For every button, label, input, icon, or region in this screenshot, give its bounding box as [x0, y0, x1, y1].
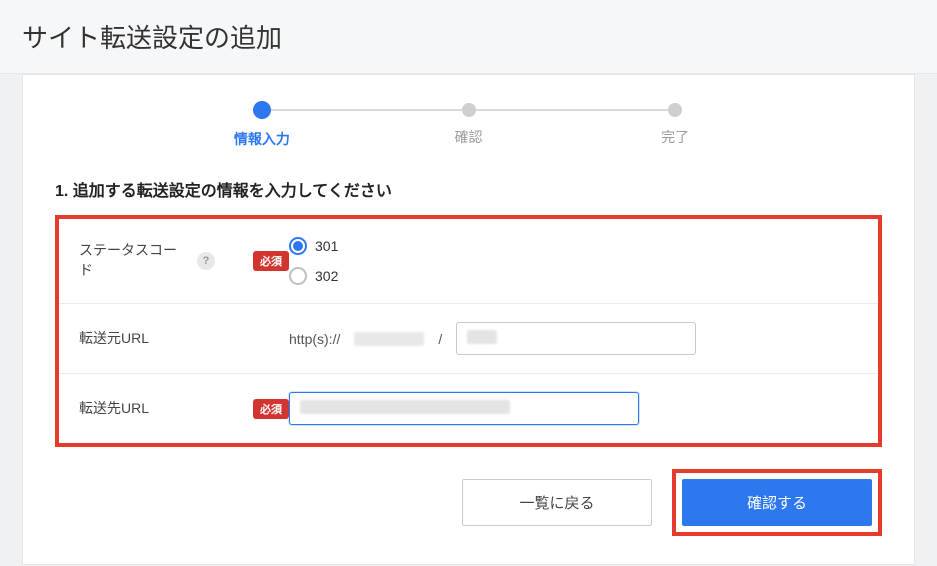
page-header: サイト転送設定の追加 [0, 0, 937, 74]
main-card: 情報入力 確認 完了 1. 追加する転送設定の情報を入力してください ステータス… [22, 74, 915, 565]
back-button[interactable]: 一覧に戻る [462, 479, 652, 526]
dest-url-label: 転送先URL [79, 399, 149, 419]
help-icon[interactable]: ? [197, 252, 215, 270]
step-dot-icon [462, 103, 476, 117]
status-code-label: ステータスコード [79, 241, 189, 280]
step-line [469, 109, 676, 111]
row-source-url: 転送元URL http(s):// / [59, 304, 878, 374]
label-col: 転送先URL 必須 [79, 399, 289, 419]
source-url-label: 転送元URL [79, 329, 149, 349]
radio-label: 302 [315, 268, 338, 284]
domain-obscured [354, 332, 424, 346]
radio-set-status-code: 301 302 [289, 237, 338, 285]
source-path-input[interactable] [456, 322, 696, 355]
field-col: 301 302 [289, 237, 858, 285]
stepper: 情報入力 確認 完了 [159, 103, 779, 149]
slash-separator: / [438, 331, 442, 347]
required-badge: 必須 [253, 251, 289, 271]
step-dot-icon [668, 103, 682, 117]
actions-row: 一覧に戻る 確認する [55, 469, 882, 536]
field-col [289, 392, 858, 425]
step-info-input: 情報入力 [159, 103, 366, 149]
dest-url-input[interactable] [289, 392, 639, 425]
label-col: ステータスコード ? 必須 [79, 241, 289, 280]
section-title: 1. 追加する転送設定の情報を入力してください [55, 177, 882, 201]
label-col: 転送元URL [79, 329, 289, 349]
value-obscured [300, 400, 510, 414]
field-col: http(s):// / [289, 322, 858, 355]
row-dest-url: 転送先URL 必須 [59, 374, 878, 443]
radio-302[interactable]: 302 [289, 267, 338, 285]
radio-301[interactable]: 301 [289, 237, 338, 255]
row-status-code: ステータスコード ? 必須 301 302 [59, 219, 878, 304]
primary-highlight-box: 確認する [672, 469, 882, 536]
step-label: 情報入力 [159, 129, 366, 149]
step-line [262, 109, 469, 111]
step-dot-icon [253, 101, 271, 119]
radio-label: 301 [315, 238, 338, 254]
value-obscured [467, 330, 497, 344]
step-label: 完了 [572, 127, 779, 147]
step-label: 確認 [365, 127, 572, 147]
required-badge: 必須 [253, 399, 289, 419]
form-box: ステータスコード ? 必須 301 302 転送元 [55, 215, 882, 447]
url-prefix: http(s):// [289, 331, 340, 347]
radio-circle-icon [289, 237, 307, 255]
radio-circle-icon [289, 267, 307, 285]
page-title: サイト転送設定の追加 [22, 18, 915, 55]
confirm-button[interactable]: 確認する [682, 479, 872, 526]
